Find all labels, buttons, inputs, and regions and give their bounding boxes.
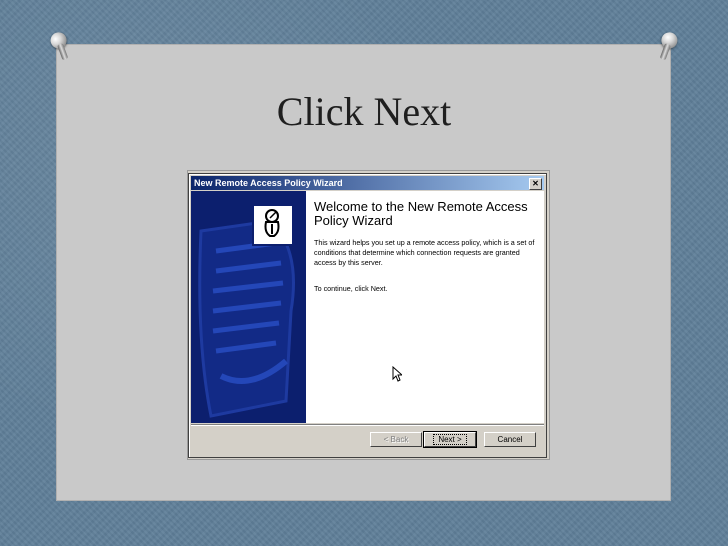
cancel-button[interactable]: Cancel [484,432,536,447]
wizard-heading: Welcome to the New Remote Access Policy … [314,199,528,228]
close-button[interactable]: ✕ [529,178,542,190]
wizard-window-title: New Remote Access Policy Wizard [194,178,343,188]
next-button[interactable]: Next > [423,431,477,448]
mouse-pointer-icon [392,366,402,382]
wizard-dialog: New Remote Access Policy Wizard ✕ Welcom [188,173,547,458]
next-button-label: Next > [433,434,467,445]
wizard-description: This wizard helps you set up a remote ac… [314,238,535,267]
wizard-content-pane: Welcome to the New Remote Access Policy … [306,191,544,423]
wizard-instruction: To continue, click Next. [314,284,388,293]
back-button[interactable]: < Back [370,432,422,447]
policy-wizard-icon [252,204,294,246]
slide-title: Click Next [276,89,452,134]
wizard-side-banner [191,191,306,423]
button-separator [191,424,544,426]
wizard-titlebar: New Remote Access Policy Wizard ✕ [191,176,544,190]
close-icon: ✕ [532,179,539,188]
